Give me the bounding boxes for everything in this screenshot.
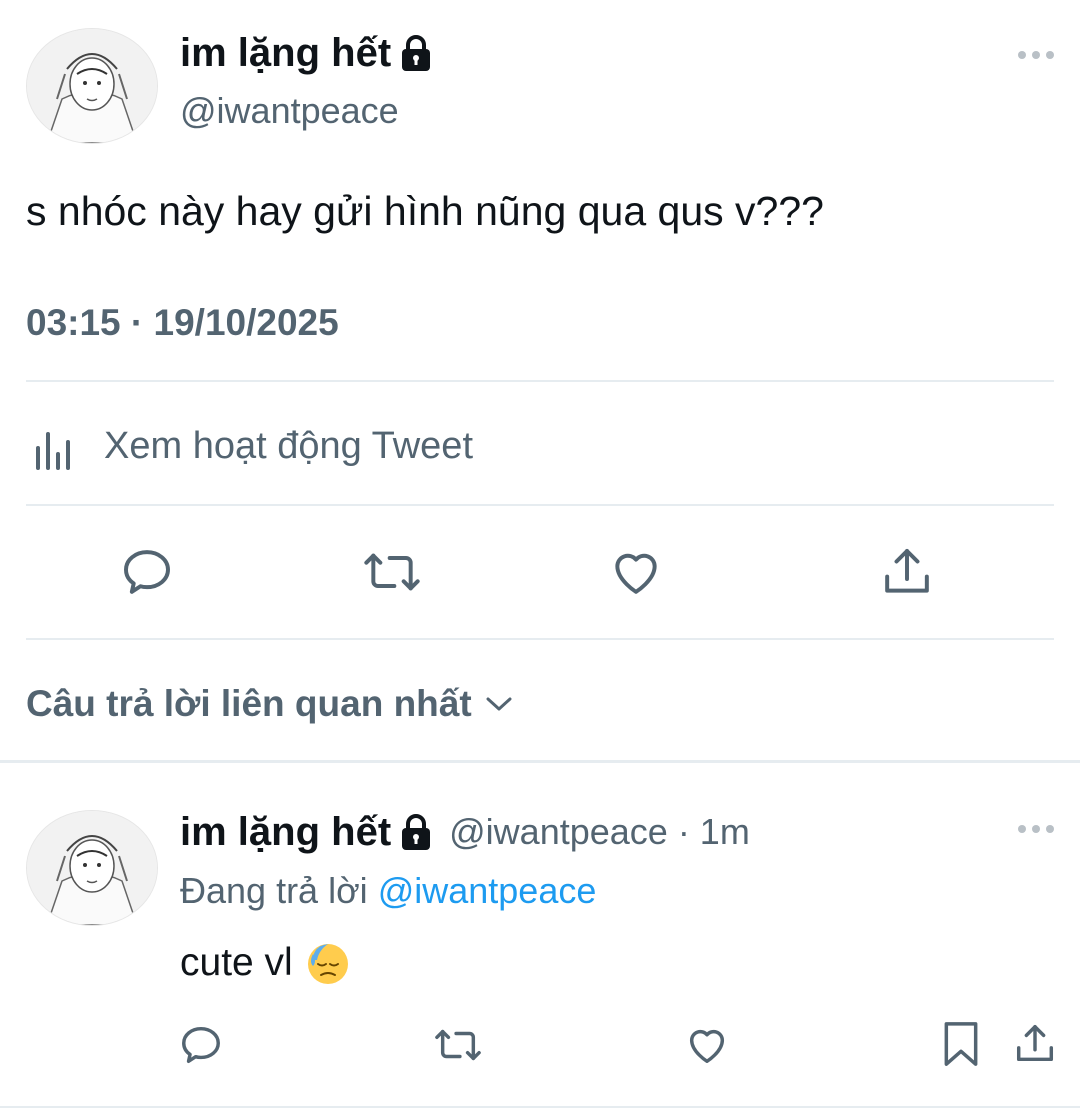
- more-options-icon[interactable]: [1016, 44, 1056, 66]
- avatar[interactable]: [26, 28, 158, 144]
- tweet-activity-label: Xem hoạt động Tweet: [104, 424, 473, 467]
- reply-icon[interactable]: [116, 542, 178, 602]
- reply-text: cute vl: [180, 940, 351, 986]
- divider: [26, 504, 1054, 506]
- reply-retweet-icon[interactable]: [430, 1020, 486, 1070]
- replying-to: Đang trả lời @iwantpeace: [180, 870, 596, 912]
- display-name[interactable]: im lặng hết: [180, 31, 391, 76]
- reply-reply-icon[interactable]: [176, 1020, 226, 1070]
- reply-handle-time[interactable]: @iwantpeace · 1m: [449, 811, 750, 853]
- tweet-activity-link[interactable]: Xem hoạt động Tweet: [26, 418, 473, 474]
- section-divider: [0, 760, 1080, 763]
- share-icon[interactable]: [876, 542, 938, 602]
- reply-like-icon[interactable]: [682, 1020, 732, 1070]
- tweet-text: s nhóc này hay gửi hình nũng qua qus v??…: [26, 188, 824, 234]
- reply-avatar[interactable]: [26, 810, 158, 926]
- divider: [26, 638, 1054, 640]
- replies-sort-dropdown[interactable]: Câu trả lời liên quan nhất: [26, 680, 514, 728]
- analytics-icon: [26, 420, 82, 472]
- like-icon[interactable]: [606, 542, 666, 602]
- divider: [26, 380, 1054, 382]
- reply-more-options-icon[interactable]: [1016, 818, 1056, 840]
- replying-to-link[interactable]: @iwantpeace: [378, 870, 597, 911]
- replying-to-prefix: Đang trả lời: [180, 870, 368, 911]
- bookmark-icon[interactable]: [936, 1018, 986, 1070]
- lock-icon: [399, 812, 433, 852]
- chevron-down-icon: [484, 694, 514, 714]
- retweet-icon[interactable]: [358, 542, 426, 602]
- lock-icon: [399, 33, 433, 73]
- replies-sort-label: Câu trả lời liên quan nhất: [26, 683, 472, 724]
- reply-text-content: cute vl: [180, 941, 293, 984]
- reply-share-icon[interactable]: [1010, 1018, 1060, 1070]
- handle[interactable]: @iwantpeace: [180, 90, 399, 132]
- sweat-emoji: [305, 940, 351, 986]
- tweet-timestamp[interactable]: 03:15 · 19/10/2025: [26, 302, 339, 344]
- bottom-divider: [0, 1106, 1080, 1108]
- reply-display-name[interactable]: im lặng hết: [180, 810, 391, 855]
